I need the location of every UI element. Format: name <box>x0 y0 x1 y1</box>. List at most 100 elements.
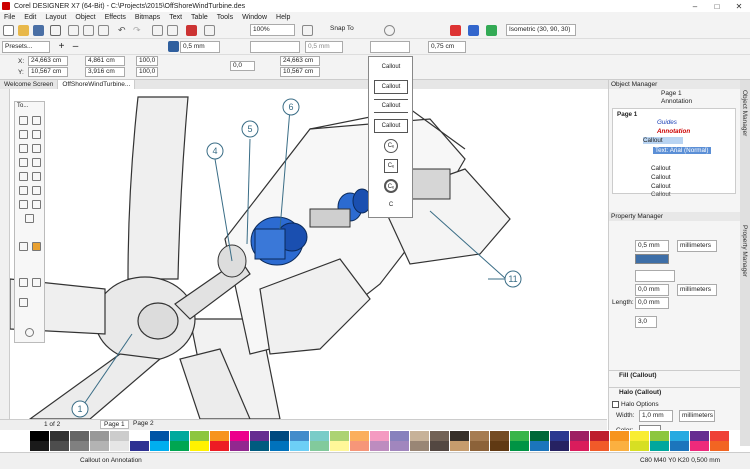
fill-tool-icon[interactable] <box>19 200 28 209</box>
tree-callout-4[interactable]: Callout <box>651 183 671 190</box>
zoom-tool-icon[interactable] <box>32 130 41 139</box>
publish-pdf-icon[interactable] <box>186 25 197 36</box>
palette-swatch[interactable] <box>710 431 729 441</box>
palette-swatch[interactable] <box>30 431 49 441</box>
palette-swatch[interactable] <box>370 441 389 451</box>
pm-halo-section[interactable]: Halo (Callout) <box>609 387 741 397</box>
freehand-tool-icon[interactable] <box>19 144 28 153</box>
palette-swatch[interactable] <box>630 431 649 441</box>
tree-callout-5[interactable]: Callout <box>651 191 671 198</box>
palette-swatch[interactable] <box>150 431 169 441</box>
menu-window[interactable]: Window <box>242 14 267 21</box>
line-tool-icon[interactable] <box>32 144 41 153</box>
page-tab-2[interactable]: Page 2 <box>130 420 157 427</box>
palette-swatch[interactable] <box>170 441 189 451</box>
add-preset-icon[interactable]: + <box>56 41 67 52</box>
palette-swatch[interactable] <box>190 431 209 441</box>
palette-swatch[interactable] <box>530 431 549 441</box>
open-icon[interactable] <box>18 25 29 36</box>
y-field[interactable]: 10,567 cm <box>28 67 68 77</box>
fill-color-swatch[interactable] <box>168 41 179 52</box>
callout-shape-select[interactable] <box>370 41 410 53</box>
width-field[interactable]: 4,861 cm <box>85 56 125 66</box>
palette-swatch[interactable] <box>70 431 89 441</box>
palette-swatch[interactable] <box>350 431 369 441</box>
pm-outline-color[interactable] <box>635 254 669 264</box>
pm-unit-select[interactable]: millimeters <box>677 240 717 252</box>
undo-icon[interactable]: ↶ <box>118 25 129 36</box>
projection-select[interactable]: Isometric (30, 90, 30) <box>506 24 576 36</box>
halo-options-checkbox[interactable] <box>612 401 619 408</box>
palette-swatch[interactable] <box>570 441 589 451</box>
palette-swatch[interactable] <box>330 431 349 441</box>
menu-object[interactable]: Object <box>75 14 95 21</box>
side-tab-property-manager[interactable]: Property Manager <box>741 225 748 277</box>
callout-option-6[interactable]: Cₑ <box>384 159 398 173</box>
tree-guides[interactable]: Guides <box>657 119 677 126</box>
palette-swatch[interactable] <box>130 441 149 451</box>
paste-icon[interactable] <box>98 25 109 36</box>
palette-swatch[interactable] <box>530 441 549 451</box>
callout-option-5[interactable]: Cₑ <box>384 139 398 153</box>
callout-option-4[interactable]: Callout <box>374 119 408 133</box>
palette-swatch[interactable] <box>190 441 209 451</box>
height-field[interactable]: 3,916 cm <box>85 67 125 77</box>
shape-tool-icon[interactable] <box>32 116 41 125</box>
palette-swatch[interactable] <box>650 441 669 451</box>
palette-swatch[interactable] <box>290 441 309 451</box>
palette-swatch[interactable] <box>270 441 289 451</box>
palette-swatch[interactable] <box>590 441 609 451</box>
save-icon[interactable] <box>33 25 44 36</box>
palette-swatch[interactable] <box>390 441 409 451</box>
smart-fill-icon[interactable] <box>32 242 41 251</box>
palette-swatch[interactable] <box>490 441 509 451</box>
callout-option-8[interactable]: C <box>383 199 399 213</box>
pm-spacing-field[interactable]: 3,0 <box>635 316 657 328</box>
tree-callout-selected[interactable]: Callout <box>643 137 683 144</box>
full-screen-icon[interactable] <box>302 25 313 36</box>
palette-swatch[interactable] <box>370 431 389 441</box>
palette-swatch[interactable] <box>690 441 709 451</box>
menu-text[interactable]: Text <box>169 14 182 21</box>
halo-unit-select[interactable]: millimeters <box>679 410 715 422</box>
menu-table[interactable]: Table <box>191 14 208 21</box>
palette-swatch[interactable] <box>50 431 69 441</box>
palette-swatch[interactable] <box>130 431 149 441</box>
palette-swatch[interactable] <box>250 441 269 451</box>
view-cube-blue-icon[interactable] <box>468 25 479 36</box>
text-tool-icon[interactable] <box>32 158 41 167</box>
minimize-icon[interactable]: – <box>684 2 706 11</box>
zoom-select[interactable]: 100% <box>250 24 295 36</box>
y2-field[interactable]: 10,567 cm <box>280 67 320 77</box>
palette-swatch[interactable] <box>270 431 289 441</box>
palette-swatch[interactable] <box>230 441 249 451</box>
pan-tool-icon[interactable] <box>19 278 28 287</box>
close-icon[interactable]: ✕ <box>728 2 750 11</box>
palette-swatch[interactable] <box>490 431 509 441</box>
palette-swatch[interactable] <box>470 431 489 441</box>
tree-text-item[interactable]: Text: Arial (Normal) <box>653 147 711 154</box>
curve-tool-icon[interactable] <box>32 278 41 287</box>
palette-swatch[interactable] <box>670 431 689 441</box>
palette-swatch[interactable] <box>510 441 529 451</box>
palette-swatch[interactable] <box>550 441 569 451</box>
palette-swatch[interactable] <box>350 441 369 451</box>
pm-fill-section[interactable]: Fill (Callout) <box>609 370 741 380</box>
copy-icon[interactable] <box>83 25 94 36</box>
palette-swatch[interactable] <box>210 431 229 441</box>
palette-swatch[interactable] <box>290 431 309 441</box>
view-cube-green-icon[interactable] <box>486 25 497 36</box>
page-tab-1[interactable]: Page 1 <box>100 420 129 429</box>
angle-field[interactable]: 0,0 <box>230 61 255 71</box>
presets-select[interactable]: Presets... <box>2 41 50 53</box>
x2-field[interactable]: 24,663 cm <box>280 56 320 66</box>
menu-effects[interactable]: Effects <box>105 14 126 21</box>
tree-annotation[interactable]: Annotation <box>657 128 690 135</box>
transparency-tool-icon[interactable] <box>25 214 34 223</box>
palette-swatch[interactable] <box>110 431 129 441</box>
pick-tool-icon[interactable] <box>19 116 28 125</box>
maximize-icon[interactable]: □ <box>706 2 728 11</box>
palette-swatch[interactable] <box>70 441 89 451</box>
callout-option-2[interactable]: Callout <box>374 80 408 94</box>
view-cube-red-icon[interactable] <box>450 25 461 36</box>
